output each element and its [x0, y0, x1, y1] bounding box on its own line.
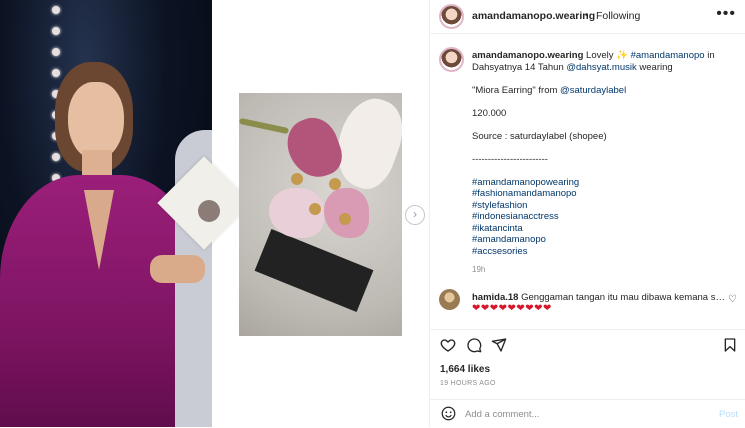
caption-divider: ------------------------: [472, 153, 548, 165]
comment-username[interactable]: hamida.18: [472, 292, 518, 303]
hashtag[interactable]: #amandamanopowearing: [472, 177, 734, 189]
mention-amandamanopo[interactable]: #amandamanopo: [631, 50, 705, 61]
caption-event: Dahsyatnya 14 Tahun: [472, 61, 564, 73]
brand-card: [254, 229, 374, 312]
more-options-icon[interactable]: •••: [716, 5, 736, 23]
hashtag[interactable]: #fashionamandamanopo: [472, 188, 734, 200]
add-comment-row: Add a comment... Post: [430, 399, 745, 428]
header-username[interactable]: amandamanopo.wearing: [472, 10, 595, 22]
hashtag[interactable]: #amandamanopo: [472, 234, 734, 246]
caption-price: 120.000: [472, 107, 507, 119]
comment-text: Genggaman tangan itu mau dibawa kemana s…: [521, 292, 727, 303]
caption-avatar[interactable]: [439, 47, 464, 72]
comment-like-icon[interactable]: ♡: [728, 294, 737, 305]
post-media[interactable]: ›: [0, 0, 429, 427]
caption-username[interactable]: amandamanopo.wearing: [472, 50, 583, 61]
caption-wearing: wearing: [639, 61, 673, 73]
heart-icon[interactable]: [440, 337, 456, 353]
share-icon[interactable]: [491, 337, 507, 353]
hashtag[interactable]: #indonesianacctress: [472, 211, 734, 223]
comment-input[interactable]: Add a comment...: [465, 409, 539, 420]
hashtag[interactable]: #accsesories: [472, 246, 734, 258]
caption-item: "Miora Earring" from: [472, 84, 558, 96]
caption-time[interactable]: 19h: [472, 265, 485, 274]
post-caption: amandamanopo.wearing Lovely ✨ #amandaman…: [472, 50, 734, 257]
caption-source: Source : saturdaylabel (shopee): [472, 130, 607, 142]
caption-in: in: [707, 50, 715, 61]
post-header: amandamanopo.wearing • Following •••: [430, 0, 745, 34]
action-bar: [430, 329, 745, 360]
likes-count[interactable]: 1,664 likes: [440, 364, 490, 375]
comment-item: hamida.18 Genggaman tangan itu mau dibaw…: [472, 292, 727, 303]
chevron-right-icon[interactable]: ›: [405, 205, 425, 225]
comment-icon[interactable]: [466, 337, 482, 353]
mention-dahsyat[interactable]: @dahsyat.musik: [566, 62, 636, 73]
commenter-avatar[interactable]: [439, 289, 460, 310]
caption-intro: Lovely ✨: [586, 50, 628, 61]
post-timestamp[interactable]: 19 HOURS AGO: [440, 380, 496, 387]
photo-earring-product: [239, 93, 402, 336]
post-comment-button[interactable]: Post: [719, 409, 738, 420]
hashtag[interactable]: #stylefashion: [472, 200, 734, 212]
hashtag[interactable]: #ikatancinta: [472, 223, 734, 235]
mention-saturdaylabel[interactable]: @saturdaylabel: [560, 85, 626, 96]
header-separator: •: [585, 10, 589, 21]
following-button[interactable]: Following: [596, 10, 640, 22]
avatar[interactable]: [439, 4, 464, 29]
comment-hearts: ❤❤❤❤❤❤❤❤❤: [472, 303, 552, 314]
bookmark-icon[interactable]: [722, 337, 738, 353]
post-side-panel: amandamanopo.wearing • Following ••• ama…: [429, 0, 745, 427]
emoji-icon[interactable]: [441, 406, 456, 421]
